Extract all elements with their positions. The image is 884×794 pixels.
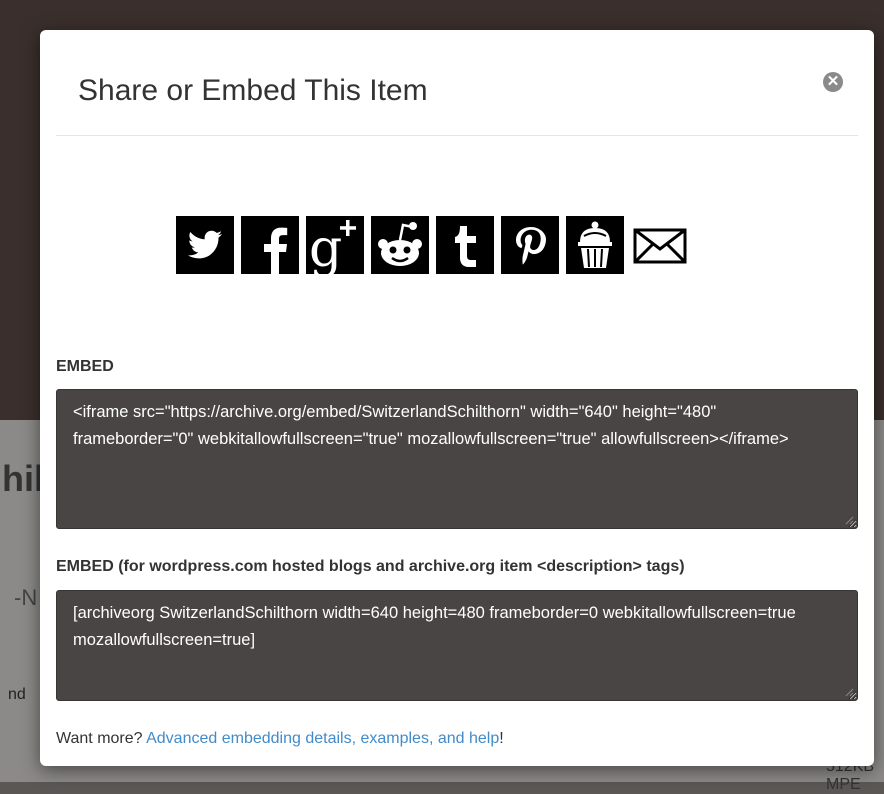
footer-suffix: ! [499, 730, 504, 747]
svg-text:g: g [309, 219, 342, 274]
email-icon[interactable] [631, 216, 689, 274]
modal-title: Share or Embed This Item [78, 74, 428, 107]
background-text-fragment: nd [8, 686, 26, 703]
embed-wordpress-text: [archiveorg SwitzerlandSchilthorn width=… [73, 604, 796, 649]
embed-code-text: <iframe src="https://archive.org/embed/S… [73, 403, 789, 448]
twitter-icon[interactable] [176, 216, 234, 274]
share-embed-modal: Share or Embed This Item ✕ g EMBED <ifra… [40, 30, 874, 766]
resize-grip-icon[interactable] [844, 687, 854, 697]
advanced-embedding-link[interactable]: Advanced embedding details, examples, an… [146, 730, 499, 747]
embed-wordpress-label: EMBED (for wordpress.com hosted blogs an… [56, 558, 685, 575]
footer-help: Want more? Advanced embedding details, e… [56, 730, 504, 748]
embed-wordpress-textarea[interactable]: [archiveorg SwitzerlandSchilthorn width=… [56, 590, 858, 701]
reddit-icon[interactable] [371, 216, 429, 274]
background-text-fragment: hil [2, 458, 44, 499]
share-buttons: g [176, 216, 689, 274]
embed-code-textarea[interactable]: <iframe src="https://archive.org/embed/S… [56, 389, 858, 529]
facebook-icon[interactable] [241, 216, 299, 274]
embed-label: EMBED [56, 358, 114, 375]
footer-prefix: Want more? [56, 730, 147, 747]
close-icon[interactable]: ✕ [823, 72, 843, 92]
google-plus-icon[interactable]: g [306, 216, 364, 274]
modal-header: Share or Embed This Item ✕ [56, 30, 858, 136]
resize-grip-icon[interactable] [844, 515, 854, 525]
archive-icon[interactable] [566, 216, 624, 274]
tumblr-icon[interactable] [436, 216, 494, 274]
background-text-fragment: -N [14, 585, 38, 610]
pinterest-icon[interactable] [501, 216, 559, 274]
